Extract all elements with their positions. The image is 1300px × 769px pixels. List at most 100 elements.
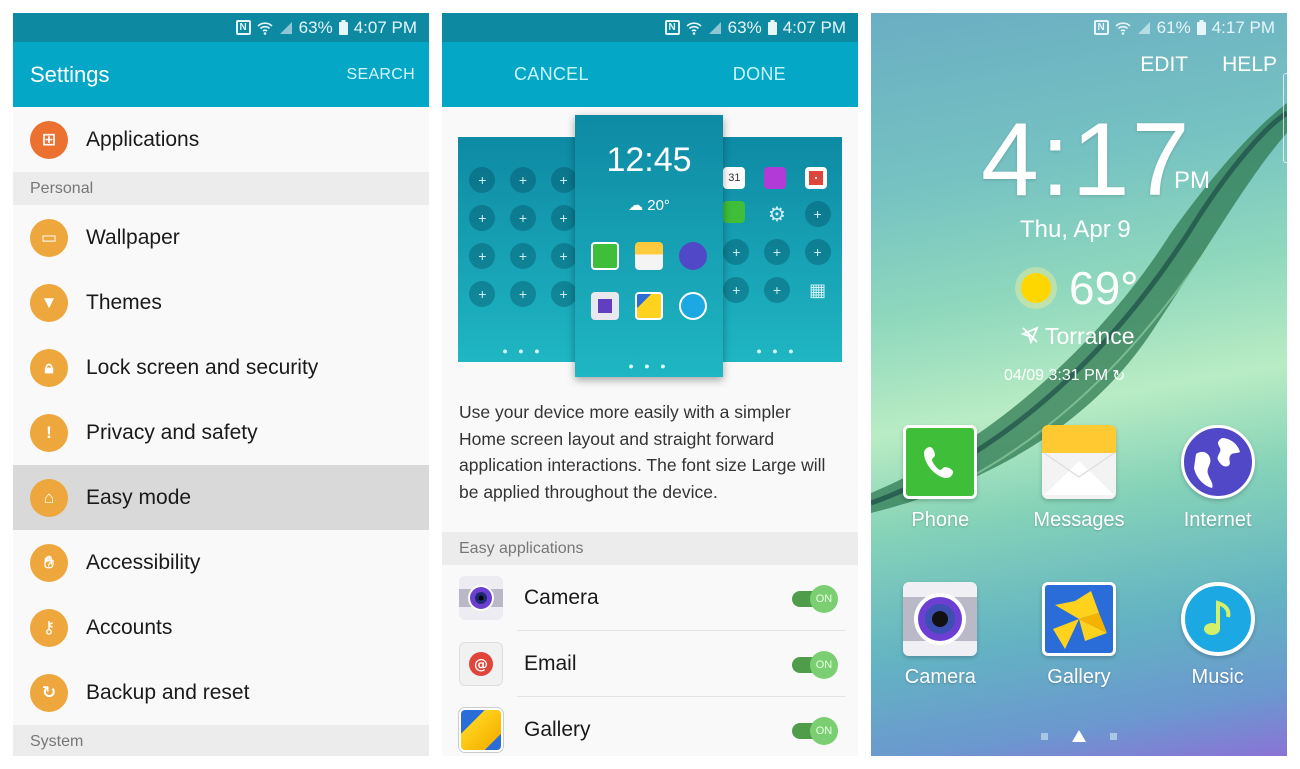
home-app-camera[interactable]: Camera bbox=[880, 582, 1000, 689]
apps-grid-icon: ▦ bbox=[809, 279, 827, 300]
battery-percent: 63% bbox=[727, 17, 762, 37]
gallery-icon bbox=[1041, 582, 1116, 656]
home-app-messages[interactable]: Messages bbox=[1019, 425, 1139, 532]
clock-widget-time[interactable]: 4:17 bbox=[981, 101, 1191, 220]
app-name: Gallery bbox=[524, 718, 591, 741]
settings-item-label: Applications bbox=[86, 127, 200, 151]
home-app-music[interactable]: Music bbox=[1158, 582, 1278, 689]
add-icon: + bbox=[723, 277, 750, 303]
preview-weather: ☁ 20° bbox=[575, 196, 723, 214]
edit-button[interactable]: EDIT bbox=[1140, 53, 1188, 77]
app-label: Internet bbox=[1183, 509, 1252, 531]
toggle-knob: ON bbox=[810, 651, 838, 679]
status-bar: N 63% 4:07 PM bbox=[13, 13, 429, 42]
app-name: Camera bbox=[524, 586, 599, 609]
key-icon: ⚷ bbox=[30, 608, 68, 647]
add-contact-icon: + bbox=[550, 205, 577, 231]
privacy-alert-icon: ! bbox=[30, 413, 68, 452]
nfc-icon: N bbox=[1093, 20, 1109, 35]
home-app-grid: Phone Messages Internet Camera Gallery M… bbox=[871, 425, 1287, 689]
home-page-icon[interactable] bbox=[1072, 730, 1086, 742]
cancel-button[interactable]: CANCEL bbox=[514, 64, 589, 85]
home-app-gallery[interactable]: Gallery bbox=[1019, 582, 1139, 689]
add-contact-icon: + bbox=[550, 243, 577, 269]
settings-item-accounts[interactable]: ⚷ Accounts bbox=[13, 595, 429, 660]
home-app-internet[interactable]: Internet bbox=[1158, 425, 1278, 532]
add-contact-icon: + bbox=[509, 281, 536, 307]
settings-item-label: Themes bbox=[86, 290, 162, 314]
svg-text:@: @ bbox=[474, 657, 488, 673]
signal-icon bbox=[1137, 21, 1151, 35]
settings-item-backup-and-reset[interactable]: ↻ Backup and reset bbox=[13, 660, 429, 725]
location-name: Torrance bbox=[1045, 323, 1135, 349]
edge-panel-handle[interactable] bbox=[1283, 73, 1287, 163]
paint-brush-icon: ▼ bbox=[30, 283, 68, 322]
email-icon: @ bbox=[459, 642, 503, 686]
easy-mode-home-screen: N 61% 4:17 PM EDIT HELP 4:17 PM Thu, Apr… bbox=[871, 13, 1287, 756]
messages-icon bbox=[1041, 425, 1116, 499]
add-contact-icon: + bbox=[469, 205, 496, 231]
settings-item-label: Easy mode bbox=[86, 485, 192, 509]
sunny-icon bbox=[1021, 273, 1051, 303]
easy-mode-preview-image: + + + + + + + + + + + + ● ● ● 31 ⚙ + + + + + + ▦ ● … bbox=[442, 107, 858, 397]
app-label: Gallery bbox=[1047, 666, 1111, 688]
weather-location: Torrance bbox=[1020, 323, 1135, 350]
weather-widget[interactable]: 69° bbox=[1021, 261, 1139, 315]
settings-item-wallpaper[interactable]: ▭ Wallpaper bbox=[13, 205, 429, 270]
easy-app-row-camera[interactable]: Camera ON bbox=[442, 565, 858, 631]
add-contact-icon: + bbox=[469, 243, 496, 269]
wifi-icon bbox=[686, 21, 702, 35]
clock-widget-ampm: PM bbox=[1174, 167, 1210, 194]
phone-icon bbox=[903, 425, 978, 499]
easy-mode-home-icon: ⌂ bbox=[30, 478, 68, 517]
email-toggle[interactable]: ON bbox=[792, 651, 838, 679]
app-label: Music bbox=[1191, 666, 1244, 688]
add-icon: + bbox=[723, 239, 750, 265]
preview-right-screen: 31 ⚙ + + + + + + ▦ ● ● ● bbox=[712, 137, 842, 362]
settings-list: ⊞ Applications Personal ▭ Wallpaper ▼ Themes 🔒︎… bbox=[13, 107, 429, 756]
toggle-knob: ON bbox=[810, 717, 838, 745]
battery-percent: 61% bbox=[1156, 17, 1191, 37]
lock-icon: 🔒︎ bbox=[30, 348, 68, 387]
add-icon: + bbox=[763, 277, 790, 303]
page-dot[interactable] bbox=[1110, 732, 1117, 740]
settings-screen: N 63% 4:07 PM Settings SEARCH ⊞ Applicati… bbox=[13, 13, 429, 756]
nfc-icon: N bbox=[235, 20, 251, 35]
toggle-knob: ON bbox=[810, 585, 838, 613]
add-icon: + bbox=[804, 201, 831, 227]
status-time: 4:07 PM bbox=[782, 17, 846, 37]
status-bar: N 61% 4:17 PM bbox=[871, 13, 1287, 42]
help-button[interactable]: HELP bbox=[1222, 53, 1277, 77]
status-time: 4:17 PM bbox=[1211, 17, 1275, 37]
settings-item-easy-mode[interactable]: ⌂ Easy mode bbox=[13, 465, 429, 530]
settings-item-applications[interactable]: ⊞ Applications bbox=[13, 107, 429, 172]
search-button[interactable]: SEARCH bbox=[347, 66, 415, 84]
status-time: 4:07 PM bbox=[353, 17, 417, 37]
nfc-icon: N bbox=[664, 20, 680, 35]
settings-item-lock-screen-and-security[interactable]: 🔒︎ Lock screen and security bbox=[13, 335, 429, 400]
battery-percent: 63% bbox=[298, 17, 333, 37]
messages-icon bbox=[635, 242, 663, 270]
page-dot[interactable] bbox=[1041, 732, 1048, 740]
add-contact-icon: + bbox=[509, 167, 536, 193]
page-indicator: ● ● ● bbox=[628, 361, 670, 371]
settings-item-accessibility[interactable]: ✋︎ Accessibility bbox=[13, 530, 429, 595]
music-note-icon bbox=[1180, 582, 1255, 656]
weather-updated: 04/09 3:31 PM ↻ bbox=[1004, 366, 1125, 386]
video-icon bbox=[763, 167, 786, 189]
easy-mode-screen: N 63% 4:07 PM CANCEL DONE + + + + + + + + + + +… bbox=[442, 13, 858, 756]
location-off-icon bbox=[1020, 323, 1039, 350]
home-app-phone[interactable]: Phone bbox=[880, 425, 1000, 532]
easy-app-row-email[interactable]: @ Email ON bbox=[442, 631, 858, 697]
gallery-toggle[interactable]: ON bbox=[792, 717, 838, 745]
apps-grid-icon: ⊞ bbox=[30, 120, 68, 159]
settings-item-privacy-and-safety[interactable]: ! Privacy and safety bbox=[13, 400, 429, 465]
easy-mode-app-bar: CANCEL DONE bbox=[442, 42, 858, 107]
easy-app-row-gallery[interactable]: Gallery ON bbox=[442, 697, 858, 756]
settings-gear-icon: ⚙ bbox=[768, 203, 786, 226]
settings-item-themes[interactable]: ▼ Themes bbox=[13, 270, 429, 335]
gallery-icon bbox=[635, 292, 663, 320]
done-button[interactable]: DONE bbox=[733, 64, 786, 85]
refresh-icon[interactable]: ↻ bbox=[1112, 366, 1125, 386]
camera-toggle[interactable]: ON bbox=[792, 585, 838, 613]
